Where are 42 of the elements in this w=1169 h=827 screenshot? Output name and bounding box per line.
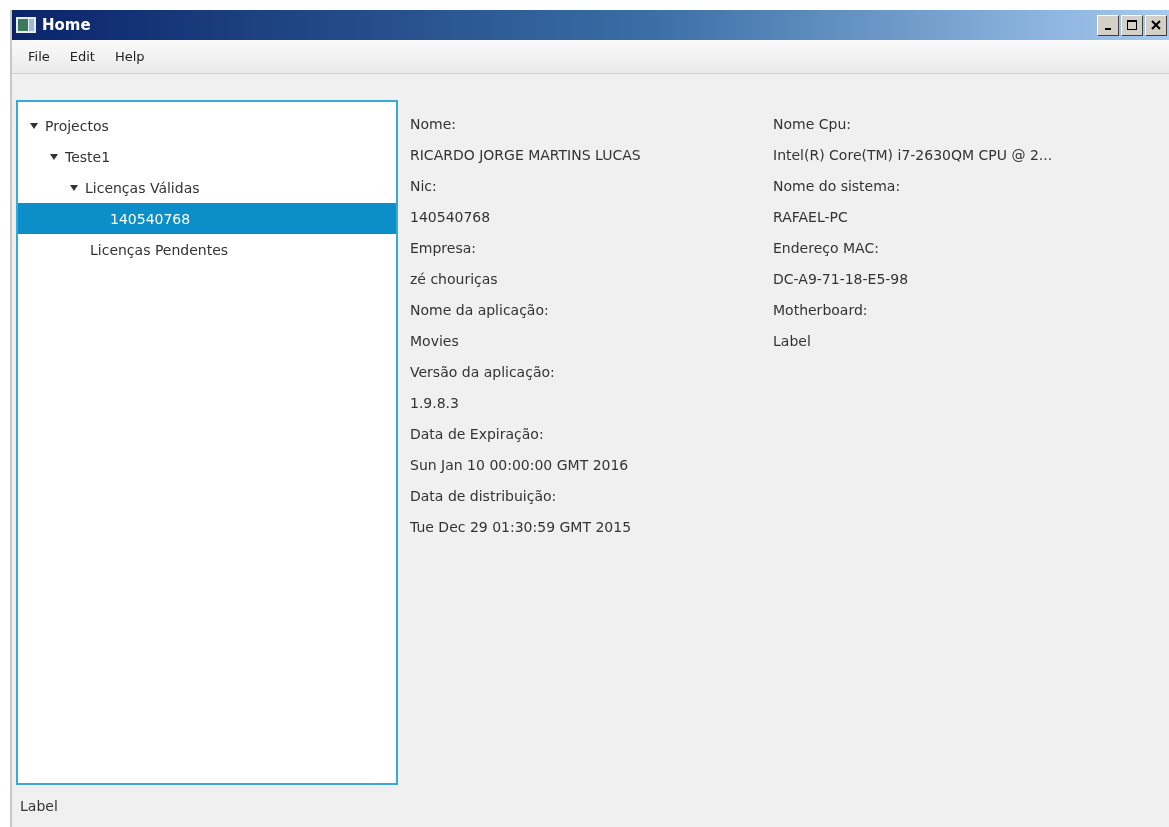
minimize-icon xyxy=(1105,28,1111,30)
field-label: Motherboard: xyxy=(773,300,869,320)
tree-item[interactable]: 140540768 xyxy=(18,203,396,234)
tree-item[interactable]: Licenças Pendentes xyxy=(18,234,396,265)
field-value: DC-A9-71-18-E5-98 xyxy=(773,269,910,289)
maximize-icon xyxy=(1126,19,1138,31)
expand-arrow-icon[interactable] xyxy=(70,183,79,192)
field-value: Sun Jan 10 00:00:00 GMT 2016 xyxy=(410,455,630,475)
maximize-button[interactable] xyxy=(1121,14,1143,36)
field-label: Empresa: xyxy=(410,238,478,258)
field-value: Tue Dec 29 01:30:59 GMT 2015 xyxy=(410,517,633,537)
status-label: Label xyxy=(20,798,58,814)
field-label: Versão da aplicação: xyxy=(410,362,556,382)
field-value: zé chouriças xyxy=(410,269,499,289)
field-label: Nome do sistema: xyxy=(773,176,902,196)
menu-item[interactable]: Help xyxy=(106,47,153,66)
tree-item[interactable]: Projectos xyxy=(18,110,396,141)
field-label: Nome: xyxy=(410,114,457,134)
field-value: Label xyxy=(773,331,812,351)
field-label: Data de Expiração: xyxy=(410,424,545,444)
window-title: Home xyxy=(42,16,92,34)
close-icon xyxy=(1151,20,1161,30)
field-label: Data de distribuição: xyxy=(410,486,558,506)
window-icon xyxy=(16,17,36,33)
close-button[interactable] xyxy=(1145,14,1167,36)
field-value: RAFAEL-PC xyxy=(773,207,849,227)
field-label: Nome da aplicação: xyxy=(410,300,550,320)
minimize-button[interactable] xyxy=(1097,14,1119,36)
field-value: 140540768 xyxy=(410,207,492,227)
field-value: 1.9.8.3 xyxy=(410,393,460,413)
field-value: Intel(R) Core(TM) i7-2630QM CPU @ 2... xyxy=(773,145,1054,165)
tree-item[interactable]: Licenças Válidas xyxy=(18,172,396,203)
expand-arrow-icon[interactable] xyxy=(50,152,59,161)
field-value: Movies xyxy=(410,331,460,351)
menu-item[interactable]: Edit xyxy=(61,47,103,66)
field-label: Nome Cpu: xyxy=(773,114,852,134)
field-value: RICARDO JORGE MARTINS LUCAS xyxy=(410,145,642,165)
field-label: Endereço MAC: xyxy=(773,238,880,258)
menu-item[interactable]: File xyxy=(20,47,58,66)
field-label: Nic: xyxy=(410,176,438,196)
tree-item[interactable]: Teste1 xyxy=(18,141,396,172)
expand-arrow-icon[interactable] xyxy=(30,121,39,130)
